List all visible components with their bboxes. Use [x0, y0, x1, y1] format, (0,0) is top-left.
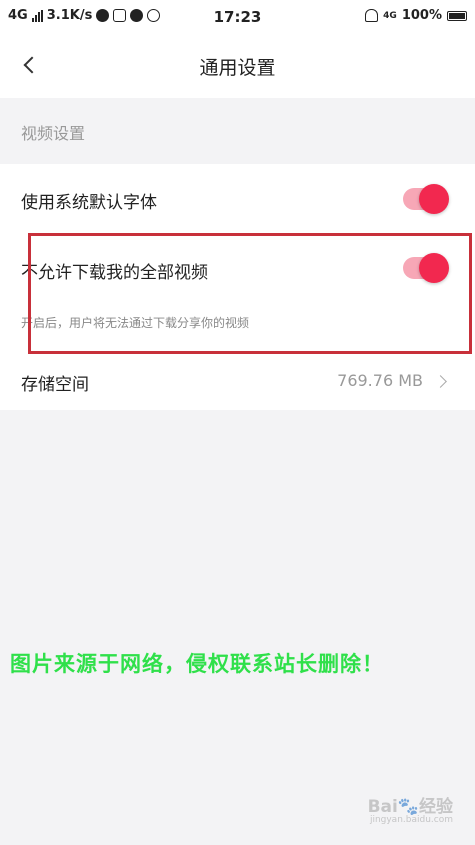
- storage-value: 769.76 MB: [337, 371, 423, 390]
- setting-row-storage[interactable]: 存储空间 769.76 MB: [0, 352, 475, 410]
- system-font-toggle[interactable]: [403, 184, 449, 214]
- chevron-right-icon: [434, 375, 447, 388]
- network-right-label: 4G: [383, 10, 397, 21]
- setting-row-system-font[interactable]: 使用系统默认字体: [0, 164, 475, 234]
- battery-percent: 100%: [401, 8, 442, 23]
- setting-label-disallow-download: 不允许下载我的全部视频: [21, 263, 208, 283]
- toggle-knob: [419, 253, 449, 283]
- disallow-download-toggle[interactable]: [403, 253, 449, 283]
- baidu-watermark: Bai🐾经验: [367, 797, 453, 817]
- setting-label-system-font: 使用系统默认字体: [21, 193, 157, 213]
- mute-bell-icon: [365, 9, 379, 22]
- setting-label-storage: 存储空间: [21, 375, 89, 395]
- toggle-knob: [419, 184, 449, 214]
- section-header-label: 视频设置: [21, 124, 86, 143]
- watermark-text: 图片来源于网络，侵权联系站长删除！: [10, 652, 384, 676]
- baidu-watermark-sub: jingyan.baidu.com: [369, 815, 453, 825]
- status-right: 4G 100%: [365, 8, 467, 23]
- section-header: 视频设置: [0, 98, 475, 164]
- status-bar: 4G 3.1K/s 17:23 4G 100%: [0, 0, 475, 34]
- setting-row-disallow-download[interactable]: 不允许下载我的全部视频 开启后，用户将无法通过下载分享你的视频: [0, 234, 475, 352]
- nav-bar: 通用设置: [0, 34, 475, 98]
- setting-description-disallow-download: 开启后，用户将无法通过下载分享你的视频: [21, 316, 250, 330]
- battery-icon: [447, 10, 467, 21]
- page-title: 通用设置: [199, 57, 276, 79]
